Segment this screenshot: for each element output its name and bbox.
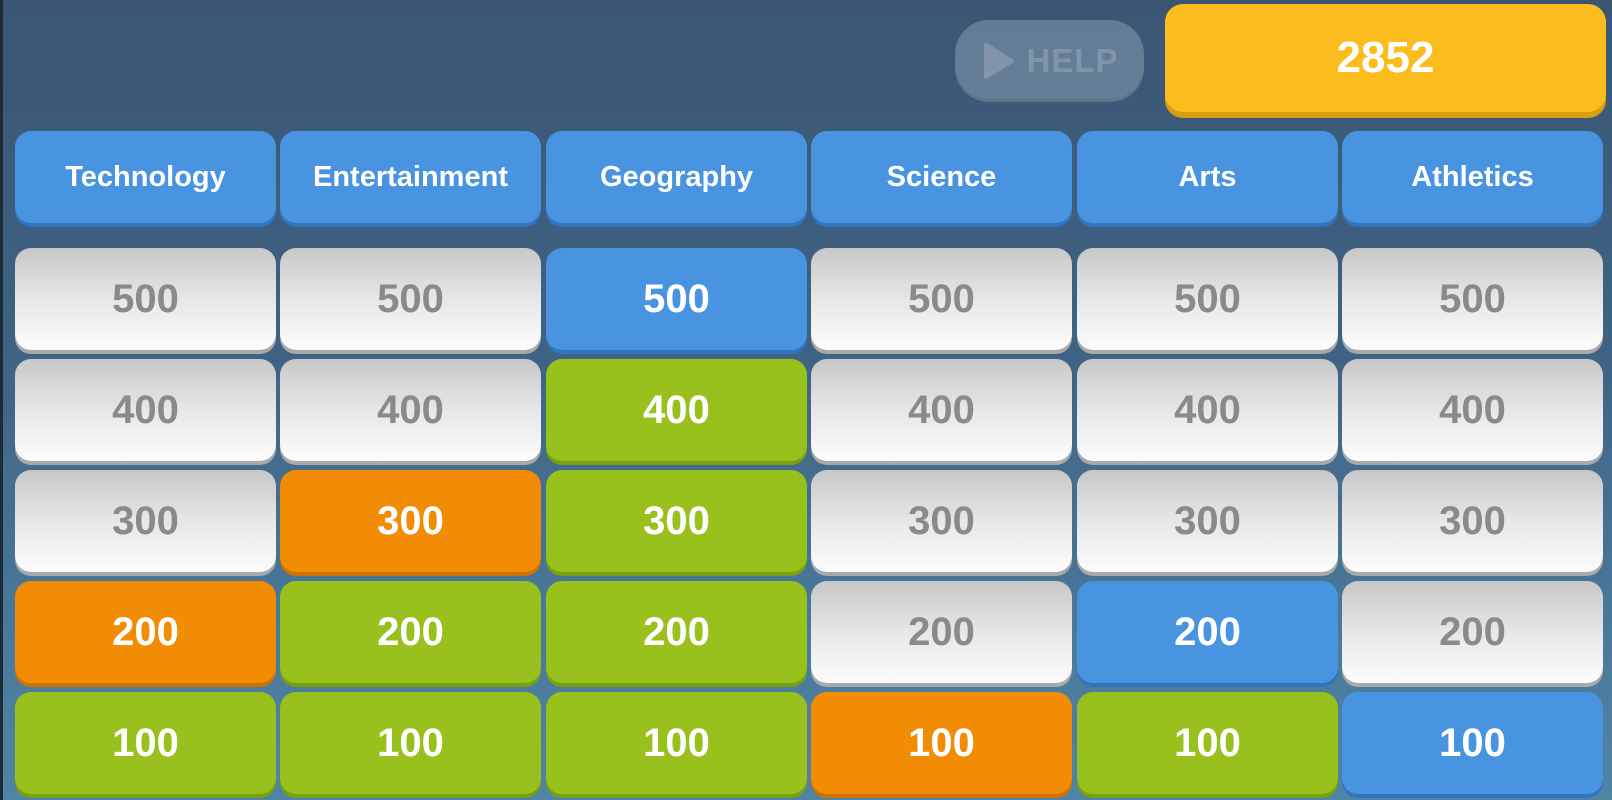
tile-arts-300[interactable]: 300: [1077, 470, 1338, 572]
tile-entertainment-500[interactable]: 500: [280, 248, 541, 350]
category-header-geography: Geography: [546, 131, 807, 223]
tile-science-100[interactable]: 100: [811, 692, 1072, 794]
tile-geography-200[interactable]: 200: [546, 581, 807, 683]
tile-entertainment-200[interactable]: 200: [280, 581, 541, 683]
category-header-science: Science: [811, 131, 1072, 223]
tile-science-500[interactable]: 500: [811, 248, 1072, 350]
tile-technology-500[interactable]: 500: [15, 248, 276, 350]
tile-entertainment-300[interactable]: 300: [280, 470, 541, 572]
tile-geography-100[interactable]: 100: [546, 692, 807, 794]
tile-athletics-400[interactable]: 400: [1342, 359, 1603, 461]
tile-arts-100[interactable]: 100: [1077, 692, 1338, 794]
category-header-entertainment: Entertainment: [280, 131, 541, 223]
left-edge-border: [0, 0, 3, 800]
tile-arts-200[interactable]: 200: [1077, 581, 1338, 683]
help-button[interactable]: HELP: [955, 20, 1144, 102]
tile-athletics-100[interactable]: 100: [1342, 692, 1603, 794]
help-label: HELP: [1026, 42, 1119, 79]
tile-geography-300[interactable]: 300: [546, 470, 807, 572]
tile-technology-400[interactable]: 400: [15, 359, 276, 461]
tile-athletics-300[interactable]: 300: [1342, 470, 1603, 572]
tile-science-300[interactable]: 300: [811, 470, 1072, 572]
tile-science-200[interactable]: 200: [811, 581, 1072, 683]
category-header-technology: Technology: [15, 131, 276, 223]
score-display: 2852: [1165, 4, 1606, 112]
tile-arts-500[interactable]: 500: [1077, 248, 1338, 350]
tile-science-400[interactable]: 400: [811, 359, 1072, 461]
tile-athletics-200[interactable]: 200: [1342, 581, 1603, 683]
tile-technology-200[interactable]: 200: [15, 581, 276, 683]
play-icon: [984, 43, 1015, 79]
tile-entertainment-100[interactable]: 100: [280, 692, 541, 794]
tile-technology-300[interactable]: 300: [15, 470, 276, 572]
tile-geography-400[interactable]: 400: [546, 359, 807, 461]
tile-geography-500[interactable]: 500: [546, 248, 807, 350]
category-header-athletics: Athletics: [1342, 131, 1603, 223]
tile-athletics-500[interactable]: 500: [1342, 248, 1603, 350]
tile-entertainment-400[interactable]: 400: [280, 359, 541, 461]
category-header-arts: Arts: [1077, 131, 1338, 223]
tile-technology-100[interactable]: 100: [15, 692, 276, 794]
tile-arts-400[interactable]: 400: [1077, 359, 1338, 461]
